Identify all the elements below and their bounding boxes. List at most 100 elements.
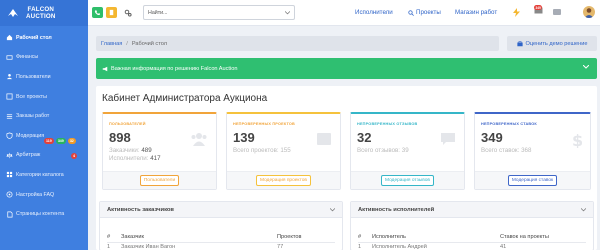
moderation-badges: 119 349 32 bbox=[44, 137, 76, 144]
sidebar-item-faq[interactable]: Настройка FAQ bbox=[0, 185, 88, 205]
alert-text: Важная информация по решению Falcon Auct… bbox=[111, 65, 238, 72]
stat-card-reviews: Непроверенных отзывов 32 Всего отзывов: … bbox=[350, 112, 465, 190]
stat-card-sub1: Всего проектов: 155 bbox=[233, 147, 291, 154]
dollar-icon: $ bbox=[572, 131, 583, 150]
top-link-executors[interactable]: Исполнители bbox=[355, 9, 393, 16]
brand-name: FALCON AUCTION bbox=[26, 6, 56, 20]
row-count: 77 bbox=[277, 244, 284, 250]
phone-button[interactable] bbox=[92, 7, 103, 18]
search-value: Найти... bbox=[148, 9, 168, 16]
moderate-reviews-button[interactable]: Модерация отзывов bbox=[381, 175, 434, 186]
brand[interactable]: FALCON AUCTION bbox=[0, 0, 88, 26]
customers-activity-panel: Активность заказчиков # Заказчик Проекто… bbox=[99, 201, 343, 250]
catalog-icon bbox=[5, 171, 13, 179]
breadcrumb-current: Рабочий стол bbox=[131, 40, 167, 47]
badge-projects-count: 119 bbox=[44, 137, 54, 144]
sidebar-item-projects[interactable]: Все проекты bbox=[0, 87, 88, 107]
sidebar-item-label: Финансы bbox=[16, 54, 39, 61]
top-link-projects[interactable]: Проекты bbox=[408, 9, 441, 16]
chevron-down-icon bbox=[285, 11, 290, 15]
stat-card-value: 898 bbox=[109, 130, 131, 145]
notes-button[interactable] bbox=[106, 7, 117, 18]
table-row[interactable]: 1 Заказчик Иван Вагон 77 bbox=[107, 244, 335, 250]
sub1-label: Всего проектов: bbox=[233, 147, 279, 154]
breadcrumb: Главная / Рабочий стол bbox=[96, 36, 499, 51]
info-alert[interactable]: Важная информация по решению Falcon Auct… bbox=[96, 58, 597, 79]
folder-icon bbox=[316, 132, 332, 148]
users-button[interactable]: Пользователи bbox=[139, 175, 180, 186]
sidebar-item-label: Категории каталога bbox=[16, 171, 64, 178]
mail-badge: 349 bbox=[534, 5, 543, 10]
sidebar-item-catalog[interactable]: Категории каталога bbox=[0, 165, 88, 185]
stat-card-projects: Непроверенных проектов 139 Всего проекто… bbox=[226, 112, 341, 190]
stat-card-label: Непроверенных отзывов bbox=[357, 122, 418, 126]
row-name: Заказчик Иван Вагон bbox=[121, 244, 176, 250]
search-input[interactable]: Найти... bbox=[143, 5, 295, 20]
settings-button[interactable] bbox=[124, 9, 132, 17]
moderate-projects-button[interactable]: Модерация проектов bbox=[256, 175, 311, 186]
top-link-shop[interactable]: Магазин работ bbox=[455, 9, 497, 16]
brand-name-line1: FALCON bbox=[27, 6, 55, 13]
messages-button[interactable] bbox=[553, 9, 561, 17]
customers-activity-title: Активность заказчиков bbox=[107, 206, 175, 213]
mail-button[interactable]: 349 bbox=[534, 5, 543, 16]
chevron-down-icon bbox=[330, 208, 335, 212]
stat-card-label: Непроверенных проектов bbox=[233, 122, 295, 126]
demo-button-label: Оценить демо решение bbox=[525, 40, 588, 47]
sidebar-item-dashboard[interactable]: Рабочий стол bbox=[0, 28, 88, 48]
sub1-label: Заказчики: bbox=[109, 147, 140, 154]
pages-icon bbox=[5, 210, 13, 218]
bullhorn-icon bbox=[102, 66, 108, 71]
executors-activity-panel: Активность исполнителей # Исполнитель Ст… bbox=[350, 201, 594, 250]
stat-card-bids: Непроверенных ставок 349 Всего ставок: 3… bbox=[474, 112, 591, 190]
column-header: Исполнитель bbox=[372, 233, 406, 240]
users-icon bbox=[190, 132, 208, 148]
sidebar-item-label: Пользователи bbox=[16, 73, 51, 80]
column-header: # bbox=[107, 233, 111, 240]
sidebar-item-label: Арбитраж bbox=[16, 152, 41, 159]
customers-activity-header[interactable]: Активность заказчиков bbox=[100, 202, 342, 218]
sidebar-item-finance[interactable]: Финансы bbox=[0, 48, 88, 68]
sidebar-item-label: Страницы контента bbox=[16, 211, 65, 218]
customers-table-header: # Заказчик Проектов bbox=[107, 231, 335, 243]
table-row[interactable]: 1 Исполнитель Андрей 41 bbox=[358, 244, 586, 250]
demo-evaluate-button[interactable]: Оценить демо решение bbox=[507, 36, 597, 51]
svg-text:$: $ bbox=[572, 132, 582, 148]
lightning-icon bbox=[513, 8, 520, 17]
top-link-projects-label: Проекты bbox=[416, 9, 441, 16]
sub1-value: 368 bbox=[521, 147, 532, 154]
search-icon bbox=[408, 9, 414, 16]
sidebar-item-label: Все проекты bbox=[16, 93, 47, 100]
sidebar-item-arbitration[interactable]: Арбитраж 4 bbox=[0, 146, 88, 166]
chat-icon bbox=[553, 9, 561, 15]
falcon-logo-icon bbox=[6, 7, 19, 20]
stat-card-sub1: Заказчики: 489 bbox=[109, 147, 152, 154]
row-number: 1 bbox=[358, 244, 362, 250]
sidebar: FALCON AUCTION Рабочий стол Финансы Поль… bbox=[0, 0, 88, 250]
user-avatar-icon bbox=[584, 8, 594, 18]
moderate-bids-button[interactable]: Модерация ставок bbox=[507, 175, 558, 186]
avatar[interactable] bbox=[583, 6, 595, 18]
flash-button[interactable] bbox=[513, 8, 520, 19]
main-content: Главная / Рабочий стол Оценить демо реше… bbox=[88, 26, 600, 250]
stat-card-footer: Модерация ставок bbox=[475, 171, 590, 189]
column-header: Ставок на проекты bbox=[500, 233, 549, 240]
sidebar-item-pages[interactable]: Страницы контента bbox=[0, 204, 88, 224]
executors-activity-header[interactable]: Активность исполнителей bbox=[351, 202, 593, 218]
moderation-icon bbox=[5, 132, 13, 140]
cogs-icon bbox=[124, 9, 132, 17]
executors-table-header: # Исполнитель Ставок на проекты bbox=[358, 231, 586, 243]
stat-card-footer: Пользователи bbox=[103, 171, 216, 189]
chevron-down-icon bbox=[583, 65, 589, 69]
sub1-value: 39 bbox=[401, 147, 409, 154]
sidebar-item-orders[interactable]: Заказы работ bbox=[0, 106, 88, 126]
orders-icon bbox=[5, 112, 13, 120]
breadcrumb-home[interactable]: Главная bbox=[101, 41, 122, 47]
briefcase-icon bbox=[516, 40, 523, 46]
sub2-label: Исполнители: bbox=[109, 155, 149, 162]
column-header: Заказчик bbox=[121, 233, 144, 240]
sub1-value: 489 bbox=[141, 147, 152, 154]
sidebar-item-label: Заказы работ bbox=[16, 113, 50, 120]
sidebar-item-users[interactable]: Пользователи bbox=[0, 67, 88, 87]
sidebar-item-moderation[interactable]: Модерация 119 349 32 bbox=[0, 126, 88, 146]
